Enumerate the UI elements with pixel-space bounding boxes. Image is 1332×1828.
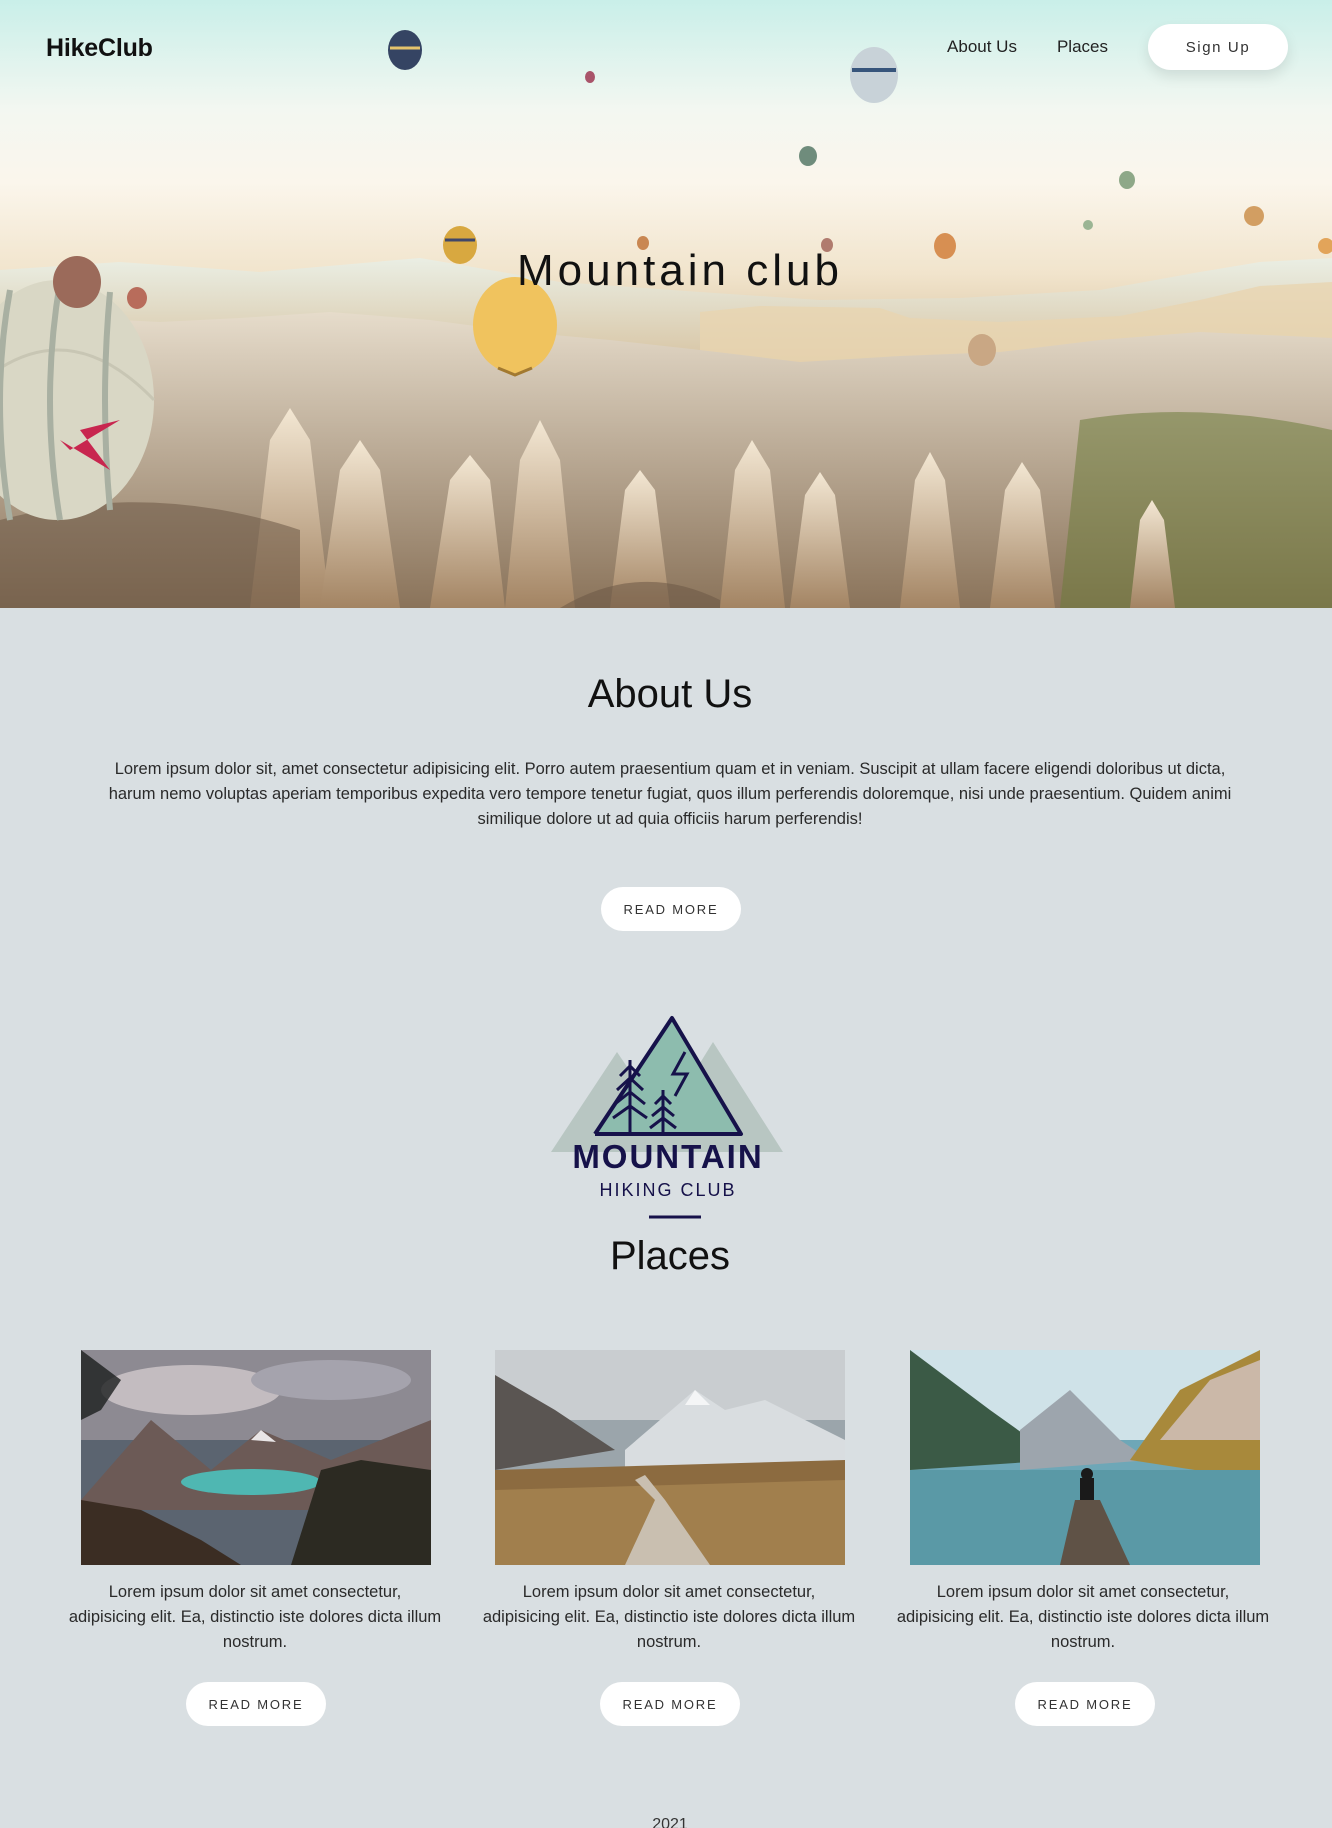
footer-year: 2021	[652, 1816, 688, 1828]
brand-logo-text[interactable]: HikeClub	[46, 34, 153, 63]
logo-line1: MOUNTAIN	[572, 1138, 763, 1175]
place-card-2-image	[495, 1350, 845, 1565]
place-card-3-read-more-button[interactable]: READ MORE	[1015, 1682, 1155, 1726]
nav-places[interactable]: Places	[1057, 37, 1108, 57]
nav-about-us[interactable]: About Us	[947, 37, 1017, 57]
about-text: Lorem ipsum dolor sit, amet consectetur …	[108, 760, 1232, 828]
place-card-1-image	[81, 1350, 431, 1565]
place-card-1-read-more-button[interactable]: READ MORE	[186, 1682, 326, 1726]
main-nav: About Us Places Sign Up	[947, 24, 1288, 70]
hero-banner: HikeClub About Us Places Sign Up Mountai…	[0, 0, 1332, 608]
hero-title: Mountain club	[517, 246, 843, 295]
place-card-3-image	[910, 1350, 1260, 1565]
place-card-3-text: Lorem ipsum dolor sit amet consectetur, …	[896, 1583, 1270, 1651]
about-title: About Us	[587, 672, 753, 716]
place-card-1-text: Lorem ipsum dolor sit amet consectetur, …	[68, 1583, 442, 1651]
logo-line2: HIKING CLUB	[599, 1180, 736, 1200]
about-read-more-button[interactable]: READ MORE	[601, 887, 741, 931]
signup-button[interactable]: Sign Up	[1148, 24, 1288, 70]
hero-landscape-image	[0, 30, 1332, 608]
mountain-hiking-club-logo: MOUNTAIN HIKING CLUB	[551, 1016, 783, 1219]
places-title: Places	[609, 1234, 731, 1278]
place-card-2-read-more-button[interactable]: READ MORE	[600, 1682, 740, 1726]
place-card-2-text: Lorem ipsum dolor sit amet consectetur, …	[482, 1583, 856, 1651]
